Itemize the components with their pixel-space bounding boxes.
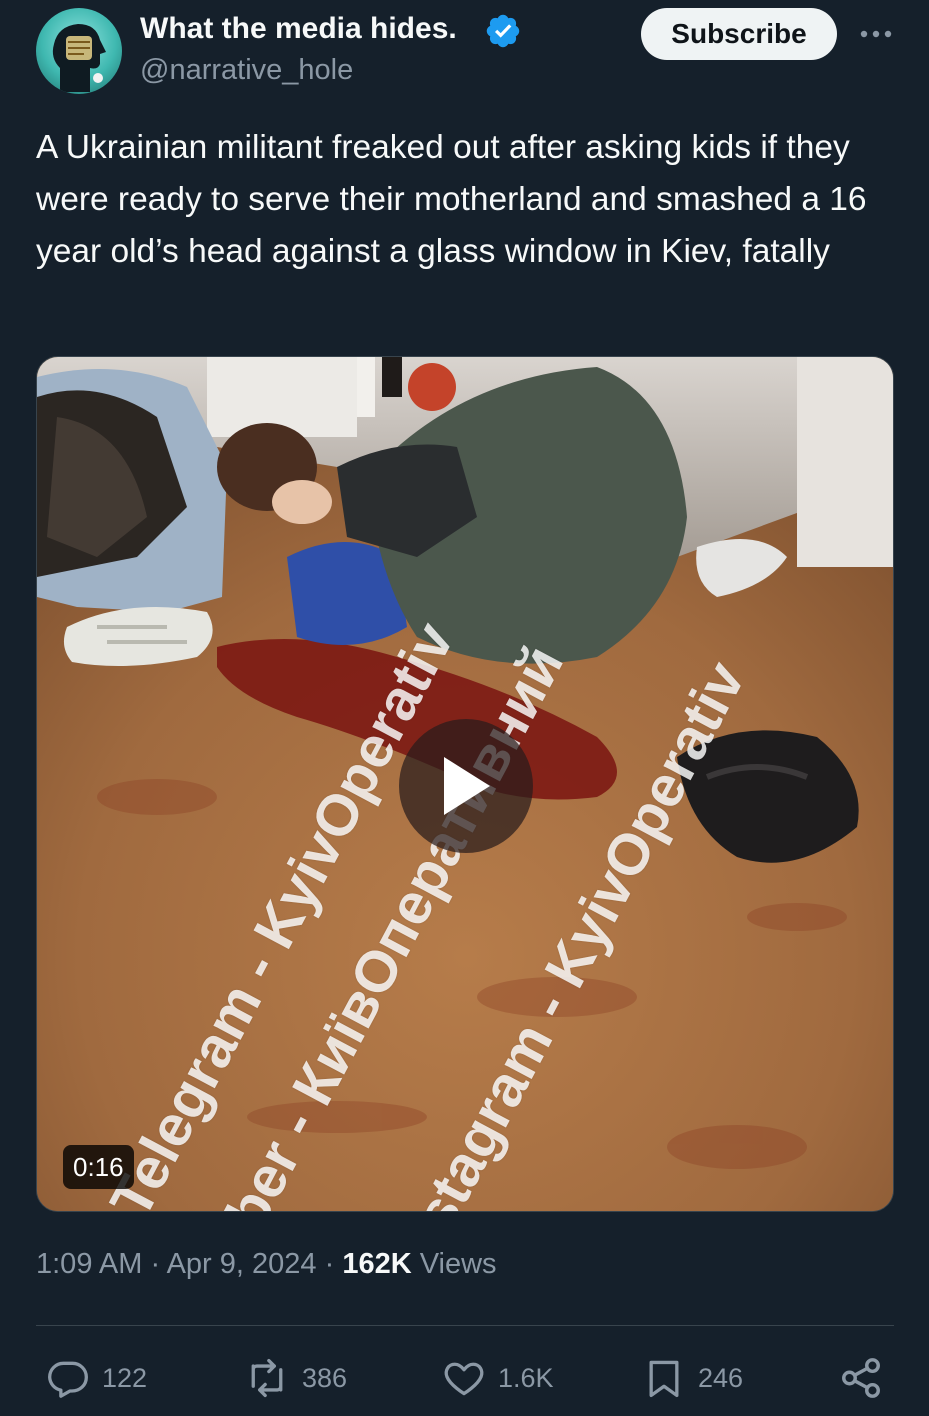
tweet-meta: 1:09 AM · Apr 9, 2024 · 162K Views <box>36 1248 497 1281</box>
like-button[interactable]: 1.6K <box>442 1345 554 1411</box>
bookmark-button[interactable]: 246 <box>642 1345 743 1411</box>
tweet-text: A Ukrainian militant freaked out after a… <box>36 129 867 270</box>
bookmark-count: 246 <box>698 1362 744 1393</box>
tweet-time[interactable]: 1:09 AM <box>36 1248 142 1280</box>
author-display-name[interactable]: What the media hides. <box>140 12 457 46</box>
avatar-head-icon <box>52 24 106 92</box>
meta-separator: · <box>142 1248 167 1280</box>
play-button[interactable] <box>399 719 533 853</box>
like-count: 1.6K <box>498 1362 554 1393</box>
video-duration: 0:16 <box>63 1145 134 1189</box>
repost-icon <box>251 1358 283 1398</box>
action-bar: 122 386 1.6K 246 <box>0 1345 929 1411</box>
reply-icon <box>48 1361 88 1398</box>
repost-button[interactable]: 386 <box>244 1345 347 1411</box>
reply-button[interactable]: 122 <box>46 1345 147 1411</box>
author-handle[interactable]: @narrative_hole <box>140 54 353 87</box>
bookmark-icon <box>649 1360 679 1398</box>
share-icon <box>842 1358 880 1398</box>
video-player[interactable]: Telegram - KyivOperativ Viber - КиївОпер… <box>36 356 894 1212</box>
meta-separator: · <box>316 1248 343 1280</box>
repost-count: 386 <box>302 1362 348 1393</box>
share-button[interactable] <box>838 1345 896 1411</box>
more-dots-icon[interactable] <box>856 14 896 54</box>
verified-badge-icon <box>484 12 522 50</box>
views-count: 162K <box>342 1248 412 1280</box>
divider <box>36 1325 894 1326</box>
views-label: Views <box>419 1248 497 1280</box>
tweet-header: What the media hides. @narrative_hole Su… <box>0 0 929 100</box>
play-icon <box>444 757 490 815</box>
heart-icon <box>444 1362 484 1396</box>
subscribe-button[interactable]: Subscribe <box>641 8 837 60</box>
tweet-date[interactable]: Apr 9, 2024 <box>167 1248 317 1280</box>
avatar[interactable] <box>36 8 122 94</box>
reply-count: 122 <box>102 1362 148 1393</box>
